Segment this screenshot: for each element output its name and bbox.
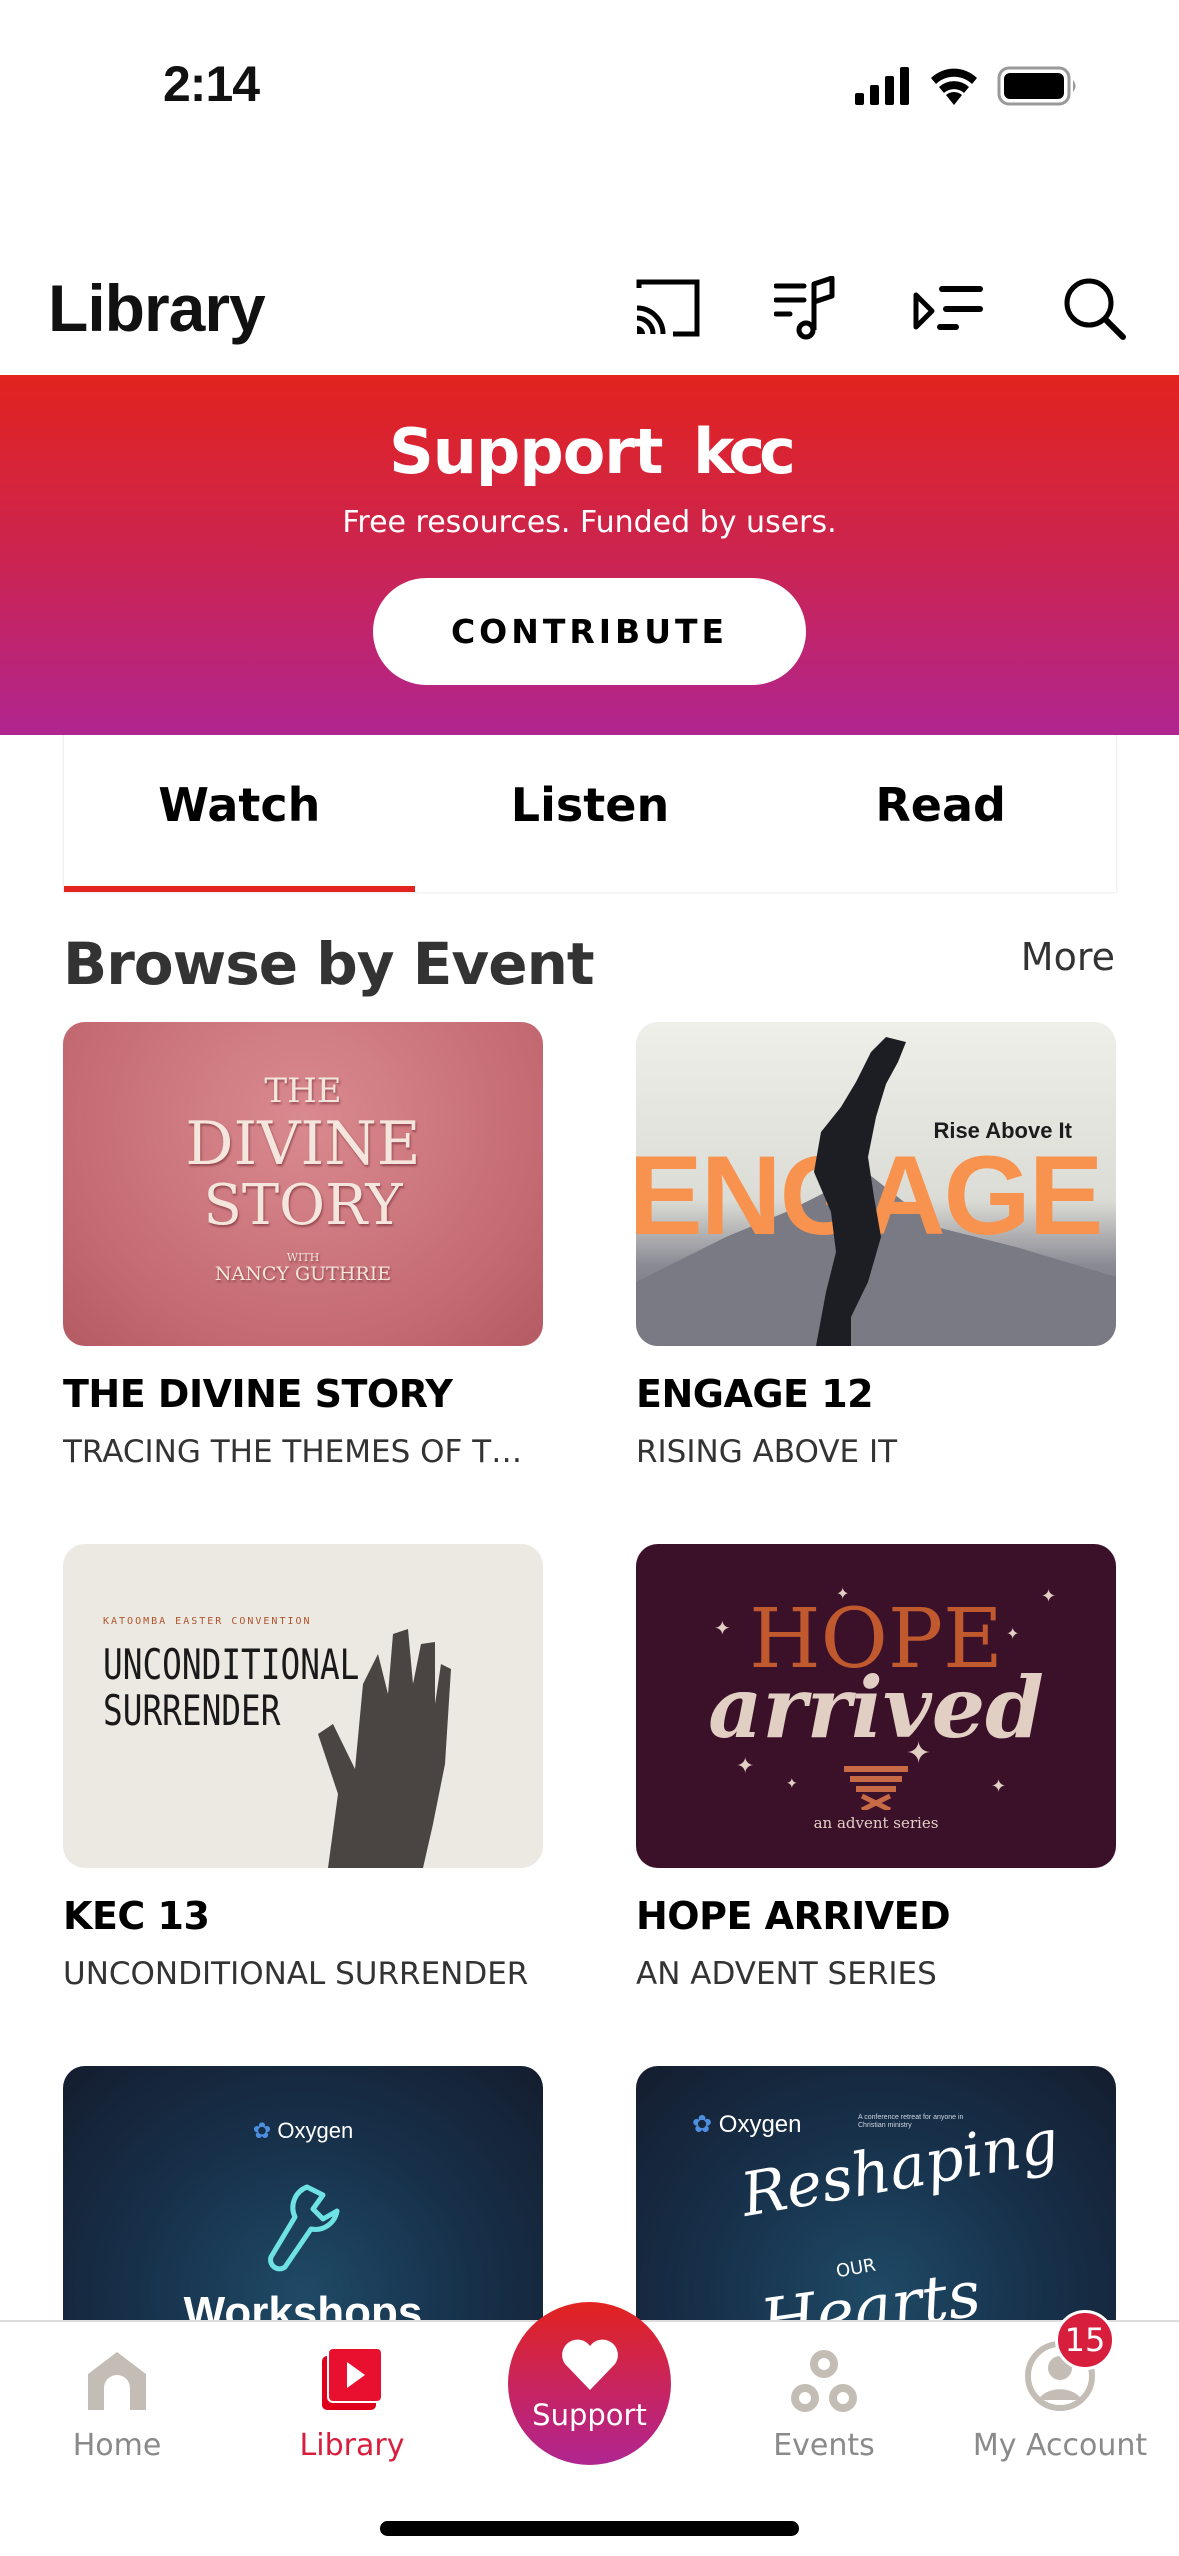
event-thumbnail: KATOOMBA EASTER CONVENTION UNCONDITIONAL… bbox=[63, 1544, 543, 1868]
cast-icon bbox=[636, 279, 700, 337]
events-icon bbox=[791, 2350, 857, 2412]
play-queue-icon bbox=[913, 286, 983, 330]
sparkle-icon: ✦ bbox=[1006, 1624, 1020, 1643]
contribute-button[interactable]: CONTRIBUTE bbox=[373, 578, 806, 685]
event-thumbnail: THE DIVINE STORY WITH NANCY GUTHRIE bbox=[63, 1022, 543, 1346]
tab-bar-home[interactable]: Home bbox=[17, 2322, 217, 2472]
silhouette-graphic bbox=[814, 1037, 906, 1346]
media-type-tabs: Watch Listen Read bbox=[63, 735, 1117, 892]
event-card[interactable]: ENGAGE Rise Above It ENGAGE 12 RISING AB… bbox=[636, 1022, 1116, 1470]
support-banner: Support kcc Free resources. Funded by us… bbox=[0, 375, 1179, 735]
manger-icon bbox=[844, 1766, 908, 1810]
cellular-signal-icon bbox=[855, 67, 909, 105]
art-text: THE bbox=[264, 1071, 342, 1111]
more-link[interactable]: More bbox=[1021, 935, 1115, 979]
tab-bar-label: My Account bbox=[972, 2428, 1148, 2463]
art-text: arrived bbox=[708, 1658, 1044, 1757]
art-text: NANCY GUTHRIE bbox=[214, 1263, 392, 1285]
event-title: ENGAGE 12 bbox=[636, 1372, 874, 1416]
tab-listen[interactable]: Listen bbox=[415, 735, 766, 892]
tab-bar-library[interactable]: Library bbox=[252, 2322, 452, 2472]
cast-button[interactable] bbox=[628, 268, 708, 348]
event-subtitle: RISING ABOVE IT bbox=[636, 1434, 898, 1470]
status-time: 2:14 bbox=[163, 56, 260, 112]
play-queue-button[interactable] bbox=[908, 268, 988, 348]
event-title: THE DIVINE STORY bbox=[63, 1372, 453, 1416]
tab-bar-events[interactable]: Events bbox=[724, 2322, 924, 2472]
event-card[interactable]: THE DIVINE STORY WITH NANCY GUTHRIE THE … bbox=[63, 1022, 543, 1470]
event-subtitle: TRACING THE THEMES OF THE BIBLE bbox=[63, 1434, 543, 1470]
search-button[interactable] bbox=[1054, 268, 1134, 348]
banner-title-text: Support bbox=[389, 415, 663, 488]
music-queue-icon bbox=[774, 276, 835, 340]
home-indicator[interactable] bbox=[380, 2521, 799, 2536]
art-text: Rise Above It bbox=[933, 1118, 1072, 1143]
art-text: DIVINE bbox=[185, 1109, 421, 1179]
app-header: Library bbox=[0, 230, 1179, 370]
tab-bar-label: Support bbox=[532, 2397, 647, 2432]
sparkle-icon: ✦ bbox=[1041, 1586, 1057, 1607]
event-subtitle: AN ADVENT SERIES bbox=[636, 1956, 937, 1992]
banner-subtitle: Free resources. Funded by users. bbox=[342, 505, 837, 540]
page-title: Library bbox=[48, 271, 266, 345]
tab-bar-support[interactable]: Support bbox=[508, 2302, 671, 2465]
sparkle-icon: ✦ bbox=[786, 1776, 798, 1792]
notification-badge: 15 bbox=[1055, 2310, 1115, 2370]
event-title: HOPE ARRIVED bbox=[636, 1894, 951, 1938]
tab-bar-label: Library bbox=[299, 2428, 405, 2463]
art-text: STORY bbox=[203, 1173, 403, 1238]
battery-icon bbox=[997, 66, 1076, 106]
wrench-icon bbox=[268, 2184, 340, 2272]
art-text: Oxygen bbox=[718, 2111, 802, 2138]
banner-title: Support kcc bbox=[0, 415, 1179, 488]
event-subtitle: UNCONDITIONAL SURRENDER bbox=[63, 1956, 529, 1992]
art-text: WITH bbox=[286, 1251, 320, 1264]
hand-graphic bbox=[318, 1629, 451, 1868]
tab-bar-label: Home bbox=[72, 2428, 162, 2463]
library-icon bbox=[322, 2347, 383, 2410]
section-title: Browse by Event bbox=[63, 930, 595, 998]
tab-watch[interactable]: Watch bbox=[64, 735, 415, 892]
event-card[interactable]: KATOOMBA EASTER CONVENTION UNCONDITIONAL… bbox=[63, 1544, 543, 1992]
wifi-icon bbox=[931, 68, 977, 105]
art-text: an advent series bbox=[813, 1814, 939, 1832]
sparkle-icon: ✦ bbox=[991, 1776, 1007, 1797]
music-queue-button[interactable] bbox=[766, 268, 846, 348]
search-icon bbox=[1064, 278, 1126, 340]
kcc-logo: kcc bbox=[693, 415, 796, 488]
sparkle-icon: ✦ bbox=[836, 1584, 850, 1603]
event-thumbnail: HOPE arrived an advent series ✦ ✦ ✦ ✦ ✦ … bbox=[636, 1544, 1116, 1868]
status-icons bbox=[855, 66, 1079, 106]
home-icon bbox=[88, 2352, 146, 2410]
status-bar: 2:14 bbox=[0, 0, 1179, 170]
sparkle-icon: ✦ bbox=[714, 1616, 731, 1640]
tab-bar-label: Events bbox=[773, 2428, 875, 2463]
art-text: Oxygen bbox=[277, 2118, 354, 2143]
event-card[interactable]: HOPE arrived an advent series ✦ ✦ ✦ ✦ ✦ … bbox=[636, 1544, 1116, 1992]
event-title: KEC 13 bbox=[63, 1894, 210, 1938]
event-thumbnail: ENGAGE Rise Above It bbox=[636, 1022, 1116, 1346]
sparkle-icon: ✦ bbox=[906, 1736, 932, 1771]
heart-icon bbox=[561, 2339, 618, 2390]
oxygen-logo-icon: ✿ bbox=[692, 2111, 713, 2138]
tab-read[interactable]: Read bbox=[765, 735, 1116, 892]
sparkle-icon: ✦ bbox=[736, 1754, 755, 1779]
oxygen-logo-icon: ✿ bbox=[252, 2118, 272, 2143]
